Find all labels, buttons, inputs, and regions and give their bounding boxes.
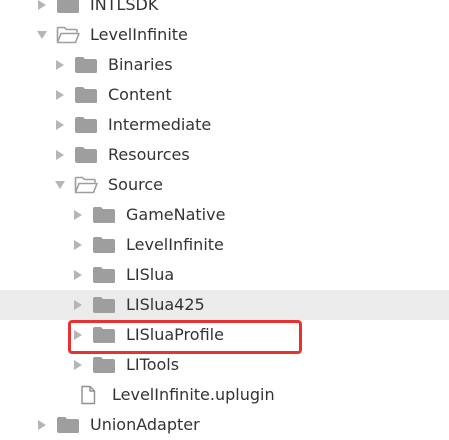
tree-item-label: LevelInfinite: [90, 25, 188, 44]
tree-item-intlsdk[interactable]: INTLSDK: [0, 0, 449, 20]
chevron-right-icon[interactable]: [36, 410, 48, 440]
folder-icon: [75, 147, 97, 163]
chevron-right-icon[interactable]: [54, 110, 66, 140]
tree-item-label: LevelInfinite: [126, 235, 224, 254]
tree-item-label: Intermediate: [108, 115, 212, 134]
folder-icon: [93, 357, 115, 373]
file-icon: [81, 385, 96, 405]
tree-item-levelinfinite[interactable]: LevelInfinite: [0, 20, 449, 50]
chevron-right-icon[interactable]: [72, 200, 84, 230]
chevron-right-icon[interactable]: [54, 140, 66, 170]
tree-item-label: LISlua: [126, 265, 175, 284]
folder-icon: [93, 237, 115, 253]
tree-item-levelinfinite-src[interactable]: LevelInfinite: [0, 230, 449, 260]
tree-item-resources[interactable]: Resources: [0, 140, 449, 170]
folder-icon: [57, 417, 79, 433]
folder-open-icon: [56, 26, 80, 44]
annotation-highlight-box: [68, 320, 302, 354]
tree-item-content[interactable]: Content: [0, 80, 449, 110]
chevron-right-icon[interactable]: [72, 350, 84, 380]
chevron-down-icon[interactable]: [36, 20, 48, 50]
tree-item-intermediate[interactable]: Intermediate: [0, 110, 449, 140]
tree-item-unionadapter[interactable]: UnionAdapter: [0, 410, 449, 440]
chevron-right-icon[interactable]: [72, 290, 84, 320]
chevron-right-icon[interactable]: [54, 80, 66, 110]
tree-item-lislua425[interactable]: LISlua425: [0, 290, 449, 320]
chevron-right-icon[interactable]: [54, 50, 66, 80]
folder-icon: [75, 117, 97, 133]
tree-item-gamenative[interactable]: GameNative: [0, 200, 449, 230]
tree-item-label: LevelInfinite.uplugin: [112, 385, 275, 404]
chevron-right-icon[interactable]: [72, 230, 84, 260]
folder-icon: [93, 267, 115, 283]
tree-item-label: UnionAdapter: [90, 415, 200, 434]
folder-icon: [75, 87, 97, 103]
folder-icon: [57, 0, 79, 13]
tree-item-label: Source: [108, 175, 163, 194]
tree-item-litools[interactable]: LITools: [0, 350, 449, 380]
folder-icon: [93, 297, 115, 313]
tree-item-label: Binaries: [108, 55, 173, 74]
tree-item-label: LISlua425: [126, 295, 205, 314]
tree-item-label: Resources: [108, 145, 190, 164]
tree-item-label: LITools: [126, 355, 180, 374]
tree-item-uplugin-file[interactable]: LevelInfinite.uplugin: [0, 380, 449, 410]
tree-item-binaries[interactable]: Binaries: [0, 50, 449, 80]
tree-item-lislua[interactable]: LISlua: [0, 260, 449, 290]
tree-item-label: INTLSDK: [90, 0, 159, 14]
folder-open-icon: [74, 176, 98, 194]
tree-item-label: Content: [108, 85, 172, 104]
chevron-right-icon[interactable]: [72, 260, 84, 290]
tree-item-label: GameNative: [126, 205, 226, 224]
chevron-right-icon[interactable]: [36, 0, 48, 20]
chevron-down-icon[interactable]: [54, 170, 66, 200]
folder-icon: [93, 207, 115, 223]
folder-icon: [75, 57, 97, 73]
tree-item-source[interactable]: Source: [0, 170, 449, 200]
